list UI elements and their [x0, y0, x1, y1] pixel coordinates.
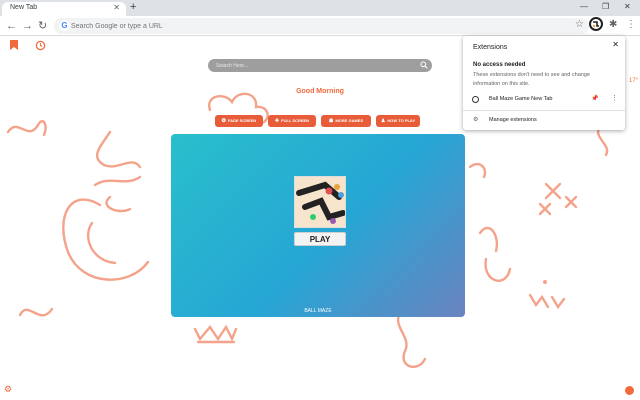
- game-frame[interactable]: PLAY BALL MAZE: [171, 134, 465, 317]
- extension-item-ball-maze[interactable]: Ball Maze Game New Tab 📌 ⋮: [463, 94, 625, 106]
- play-button[interactable]: PLAY: [294, 232, 346, 246]
- omnibox[interactable]: G ☆: [54, 18, 589, 34]
- extension-item-name: Ball Maze Game New Tab: [489, 96, 553, 102]
- window-close-button[interactable]: ✕: [624, 2, 631, 11]
- help-icon: ♟: [380, 118, 386, 124]
- no-access-heading: No access needed: [473, 62, 526, 68]
- reload-button[interactable]: ↻: [38, 19, 47, 33]
- full-screen-button[interactable]: ✚ FULL SCREEN: [268, 115, 316, 127]
- restore-button[interactable]: ❐: [602, 2, 609, 11]
- corner-badge-icon[interactable]: [625, 386, 634, 395]
- gear-icon: ⚙: [473, 117, 479, 123]
- search-icon[interactable]: [420, 61, 428, 69]
- no-access-description: These extensions don't need to see and c…: [473, 72, 590, 87]
- extensions-popup: Extensions ✕ No access needed These exte…: [463, 36, 625, 130]
- extensions-puzzle-icon[interactable]: ✱: [609, 19, 617, 30]
- settings-gear-icon[interactable]: ⚙: [4, 384, 12, 395]
- action-button-row: ❂ FADE SCREEN ✚ FULL SCREEN ☗ MORE GAMES ♟ H…: [215, 115, 425, 127]
- forward-button[interactable]: →: [22, 19, 33, 33]
- temperature-readout: 17°: [629, 78, 639, 84]
- bookmark-star-icon[interactable]: ☆: [575, 19, 584, 30]
- tab-new-tab[interactable]: New Tab ✕: [2, 2, 126, 16]
- back-button[interactable]: ←: [6, 19, 17, 33]
- chrome-menu-icon[interactable]: ⋮: [626, 19, 636, 30]
- history-icon[interactable]: [35, 40, 46, 51]
- tab-close-icon[interactable]: ✕: [113, 3, 120, 12]
- browser-toolbar: ← → ↻ G ☆: [0, 16, 640, 36]
- gamepad-icon: ☗: [328, 118, 334, 124]
- ball-maze-extension-icon: [472, 96, 479, 103]
- page-search-bar[interactable]: [208, 59, 432, 72]
- minimize-button[interactable]: —: [580, 2, 588, 11]
- popup-divider: [463, 110, 625, 111]
- extensions-popup-title: Extensions: [473, 44, 508, 51]
- fade-icon: ❂: [221, 118, 226, 124]
- tab-strip: New Tab ✕ + — ❐ ✕: [0, 0, 640, 16]
- more-games-button[interactable]: ☗ MORE GAMES: [321, 115, 371, 127]
- tab-title: New Tab: [10, 4, 38, 11]
- ball-maze-extension-icon[interactable]: [589, 17, 603, 31]
- bookmark-icon[interactable]: [10, 40, 18, 50]
- new-tab-button[interactable]: +: [130, 1, 136, 13]
- fullscreen-icon: ✚: [274, 118, 280, 124]
- page-search-input[interactable]: [216, 59, 411, 72]
- popup-close-icon[interactable]: ✕: [612, 40, 619, 49]
- ball-maze-thumbnail-art: [296, 181, 345, 224]
- game-thumbnail[interactable]: [294, 176, 346, 228]
- game-title: BALL MAZE: [304, 308, 332, 314]
- google-icon: G: [59, 20, 70, 31]
- more-options-icon[interactable]: ⋮: [611, 94, 618, 102]
- manage-extensions-label: Manage extensions: [489, 117, 537, 123]
- manage-extensions-link[interactable]: ⚙ Manage extensions: [463, 115, 625, 127]
- fade-screen-button[interactable]: ❂ FADE SCREEN: [215, 115, 263, 127]
- pin-icon[interactable]: 📌: [591, 95, 598, 102]
- how-to-play-button[interactable]: ♟ HOW TO PLAY: [376, 115, 420, 127]
- omnibox-input[interactable]: [71, 18, 551, 34]
